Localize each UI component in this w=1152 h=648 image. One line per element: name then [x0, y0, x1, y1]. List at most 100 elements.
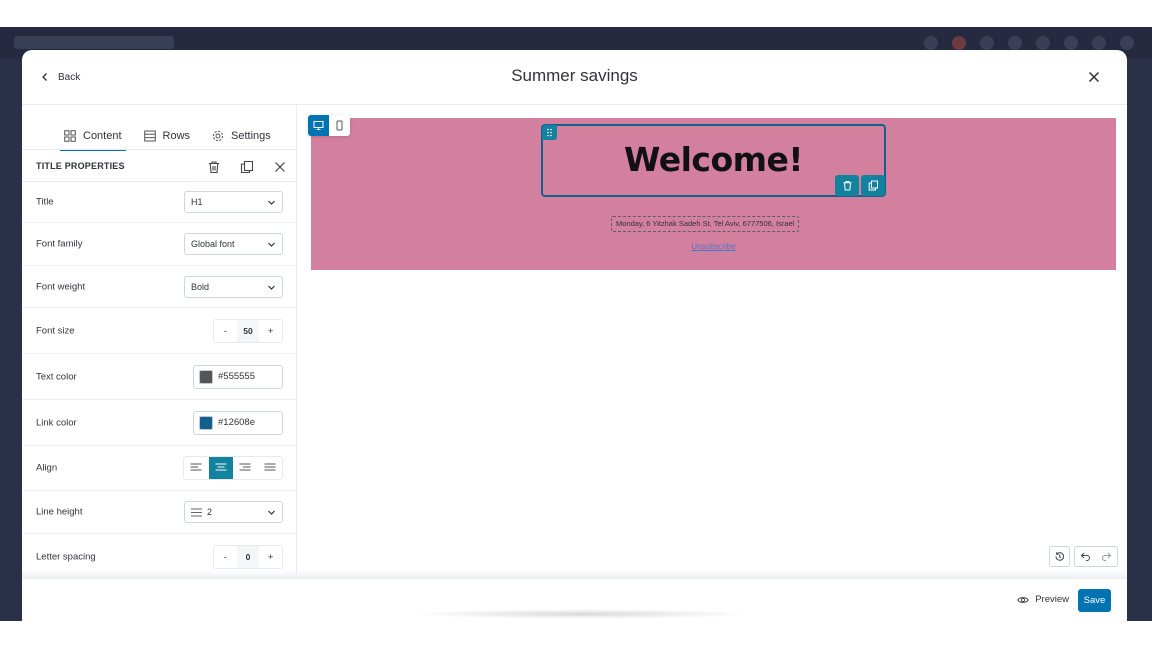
history-button[interactable] [1049, 546, 1070, 567]
save-button[interactable]: Save [1078, 589, 1111, 612]
align-justify-icon [264, 463, 276, 471]
link-color-swatch [199, 415, 213, 430]
block-duplicate-button[interactable] [861, 175, 885, 196]
block-actions [835, 175, 885, 196]
prop-label-line-height: Line height [36, 506, 83, 518]
properties-header: TITLE PROPERTIES [22, 149, 296, 182]
preview-button[interactable]: Preview [1017, 594, 1069, 605]
align-justify-button[interactable] [258, 457, 283, 479]
text-color-picker[interactable]: #555555 [193, 364, 283, 389]
desktop-view-button[interactable] [308, 115, 329, 136]
tab-rows[interactable]: Rows [142, 123, 193, 149]
letter-spacing-stepper: - 0 + [213, 544, 283, 569]
line-height-icon [191, 508, 202, 517]
align-center-icon [215, 463, 227, 471]
undo-button[interactable] [1075, 547, 1096, 566]
align-left-button[interactable] [184, 457, 209, 479]
align-center-button[interactable] [208, 457, 233, 479]
trash-icon [208, 160, 219, 173]
align-right-icon [239, 463, 251, 471]
modal-footer: Preview Save [22, 578, 1127, 621]
font-weight-select[interactable]: Bold [184, 275, 283, 298]
font-size-stepper: - 50 + [213, 318, 283, 343]
text-color-swatch [199, 369, 213, 384]
font-family-value: Global font [191, 239, 235, 249]
chevron-down-icon [268, 510, 275, 515]
font-size-value[interactable]: 50 [236, 319, 260, 342]
properties-title: TITLE PROPERTIES [36, 161, 125, 171]
title-block[interactable]: Welcome! [541, 124, 886, 197]
prop-label-align: Align [36, 462, 58, 474]
chevron-down-icon [268, 285, 275, 290]
drag-handle-icon [547, 128, 552, 137]
font-family-select[interactable]: Global font [184, 233, 283, 255]
invite-icon [1008, 36, 1022, 50]
notification-icon [924, 36, 938, 50]
prop-row-align: Align [22, 446, 296, 491]
title-level-value: H1 [191, 196, 203, 207]
prop-label-letter-spacing: Letter spacing [36, 551, 96, 562]
duplicate-block-button[interactable] [237, 157, 256, 176]
prop-label-title: Title [36, 196, 54, 207]
mobile-view-button[interactable] [329, 115, 350, 136]
trash-icon [843, 181, 851, 191]
inbox-icon [952, 36, 966, 50]
align-right-button[interactable] [233, 457, 258, 479]
prop-row-font-weight: Font weight Bold [22, 266, 296, 308]
prop-row-font-size: Font size - 50 + [22, 308, 296, 354]
prop-label-font-size: Font size [36, 325, 75, 336]
tab-settings[interactable]: Settings [210, 123, 273, 149]
tab-settings-label: Settings [231, 130, 271, 142]
letter-spacing-decrement[interactable]: - [214, 546, 237, 568]
mobile-icon [336, 120, 343, 131]
prop-row-title: Title H1 [22, 181, 296, 223]
prop-row-line-height: Line height 2 [22, 491, 296, 534]
prop-label-font-family: Font family [36, 238, 83, 250]
tab-rows-label: Rows [162, 130, 191, 142]
app-logo [14, 36, 174, 49]
apps-icon [1036, 36, 1050, 50]
font-size-increment[interactable]: + [259, 320, 282, 342]
prop-row-link-color: Link color #12608e [22, 400, 296, 446]
close-properties-button[interactable] [270, 157, 289, 176]
drag-handle[interactable] [542, 125, 557, 140]
undo-icon [1080, 552, 1090, 561]
prop-row-font-family: Font family Global font [22, 223, 296, 266]
hero-row[interactable]: Welcome! Monday, 6 Yitzhak Sadeh St, Tel… [311, 118, 1116, 270]
tab-content-label: Content [83, 130, 122, 142]
link-color-value: #12608e [218, 417, 255, 428]
chevron-down-icon [268, 242, 275, 247]
device-toggle [308, 115, 350, 136]
footer-shadow [412, 609, 752, 619]
title-level-select[interactable]: H1 [184, 190, 283, 213]
align-buttons [183, 456, 283, 480]
hero-title[interactable]: Welcome! [543, 140, 884, 179]
search-icon [1064, 36, 1078, 50]
redo-icon [1102, 552, 1112, 561]
app-topbar-icons [924, 36, 1134, 50]
gear-icon [212, 130, 224, 142]
font-weight-value: Bold [191, 281, 210, 292]
font-size-decrement[interactable]: - [214, 320, 237, 342]
desktop-icon [313, 121, 324, 130]
close-icon[interactable] [1085, 68, 1103, 86]
preview-label: Preview [1035, 594, 1069, 605]
prop-label-font-weight: Font weight [36, 281, 86, 292]
calendar-icon [980, 36, 994, 50]
email-canvas: Welcome! Monday, 6 Yitzhak Sadeh St, Tel… [298, 105, 1127, 577]
history-icon [1055, 552, 1065, 561]
tab-content[interactable]: Content [60, 123, 126, 151]
align-left-icon [190, 463, 202, 471]
line-height-select[interactable]: 2 [184, 501, 283, 523]
letter-spacing-value[interactable]: 0 [236, 545, 260, 568]
delete-block-button[interactable] [204, 157, 223, 176]
letter-spacing-increment[interactable]: + [259, 546, 282, 568]
unsubscribe-link[interactable]: Unsubscribe [311, 242, 1116, 251]
modal-title: Summer savings [511, 66, 638, 85]
grid-icon [64, 130, 76, 142]
redo-button[interactable] [1096, 547, 1117, 566]
text-color-value: #555555 [218, 371, 255, 382]
footer-address[interactable]: Monday, 6 Yitzhak Sadeh St, Tel Aviv, 67… [611, 216, 800, 232]
block-delete-button[interactable] [835, 175, 859, 196]
link-color-picker[interactable]: #12608e [193, 410, 283, 435]
